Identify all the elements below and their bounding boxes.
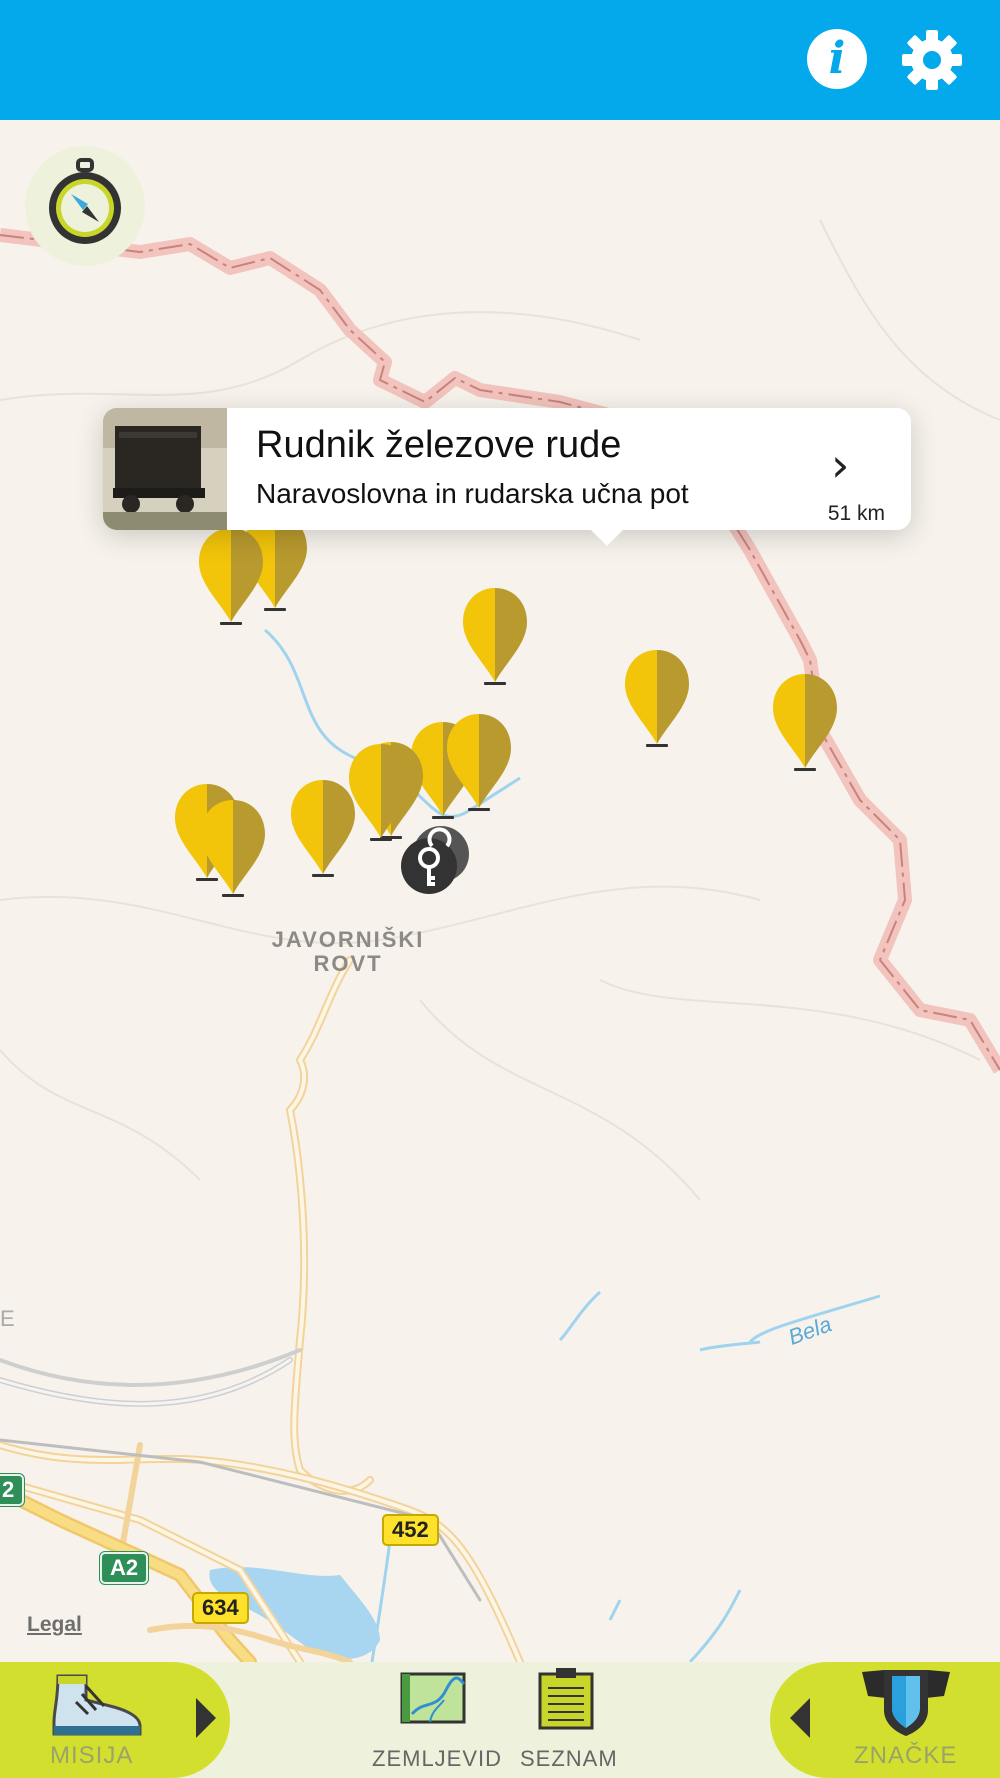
- map-pin[interactable]: [460, 584, 530, 693]
- badges-label: ZNAČKE: [854, 1742, 958, 1769]
- chevron-right-icon: [196, 1698, 216, 1738]
- map-pin-icon: [201, 800, 265, 897]
- badges-button[interactable]: ZNAČKE: [770, 1662, 1000, 1778]
- info-icon: i: [828, 33, 846, 84]
- bottom-bar: MISIJA ZEMLJEVID SEZNAM ZNAČKE: [0, 1662, 1000, 1778]
- road-shield-452: 452: [382, 1514, 439, 1546]
- compass-icon: [49, 158, 121, 244]
- poi-title: Rudnik železove rude: [256, 424, 622, 466]
- map-pin-icon: [625, 650, 689, 747]
- shield-icon: [862, 1670, 950, 1736]
- map-pin[interactable]: [196, 524, 266, 633]
- key-marker[interactable]: [399, 822, 473, 896]
- poi-callout[interactable]: Rudnik železove rude Naravoslovna in rud…: [103, 408, 911, 546]
- road-shield-a2: A2: [100, 1552, 149, 1584]
- map-pin-icon: [463, 588, 527, 685]
- place-label: JAVORNIŠKI ROVT: [271, 927, 425, 976]
- map-view[interactable]: JAVORNIŠKI ROVT Bela E 452 634 A2 2 Lega…: [0, 120, 1000, 1662]
- mission-label: MISIJA: [50, 1742, 134, 1769]
- compass-button[interactable]: [25, 146, 145, 266]
- map-pin-icon: [447, 714, 511, 811]
- key-icon: [401, 826, 469, 894]
- map-pin-icon: [199, 528, 263, 625]
- road-shield-634: 634: [192, 1592, 249, 1624]
- edge-label: E: [0, 1306, 15, 1331]
- clipboard-icon: [538, 1668, 594, 1730]
- map-base: [0, 219, 1000, 1662]
- tab-map-label[interactable]: ZEMLJEVID: [372, 1746, 502, 1772]
- tab-list-label[interactable]: SEZNAM: [520, 1746, 618, 1772]
- map-pin[interactable]: [770, 670, 840, 779]
- tab-map[interactable]: [400, 1670, 470, 1730]
- mission-button[interactable]: MISIJA: [0, 1662, 230, 1778]
- top-bar: i: [0, 0, 1000, 120]
- map-icon: [400, 1672, 466, 1724]
- map-pin[interactable]: [198, 796, 268, 905]
- info-button[interactable]: i: [807, 29, 867, 89]
- chevron-left-icon: [790, 1698, 810, 1738]
- map-pin[interactable]: [444, 710, 514, 819]
- road-shield-2: 2: [0, 1474, 25, 1506]
- gear-icon: [902, 30, 962, 90]
- legal-link[interactable]: Legal: [27, 1613, 82, 1637]
- map-pin[interactable]: [622, 646, 692, 755]
- poi-distance: 51 km: [827, 502, 885, 525]
- tab-list[interactable]: [536, 1666, 596, 1730]
- poi-thumbnail: [103, 408, 227, 530]
- chevron-right-icon[interactable]: ›: [831, 438, 849, 492]
- map-pin-icon: [773, 674, 837, 771]
- settings-button[interactable]: [900, 28, 964, 92]
- hiking-boot-icon: [52, 1674, 142, 1736]
- poi-subtitle: Naravoslovna in rudarska učna pot: [256, 478, 689, 509]
